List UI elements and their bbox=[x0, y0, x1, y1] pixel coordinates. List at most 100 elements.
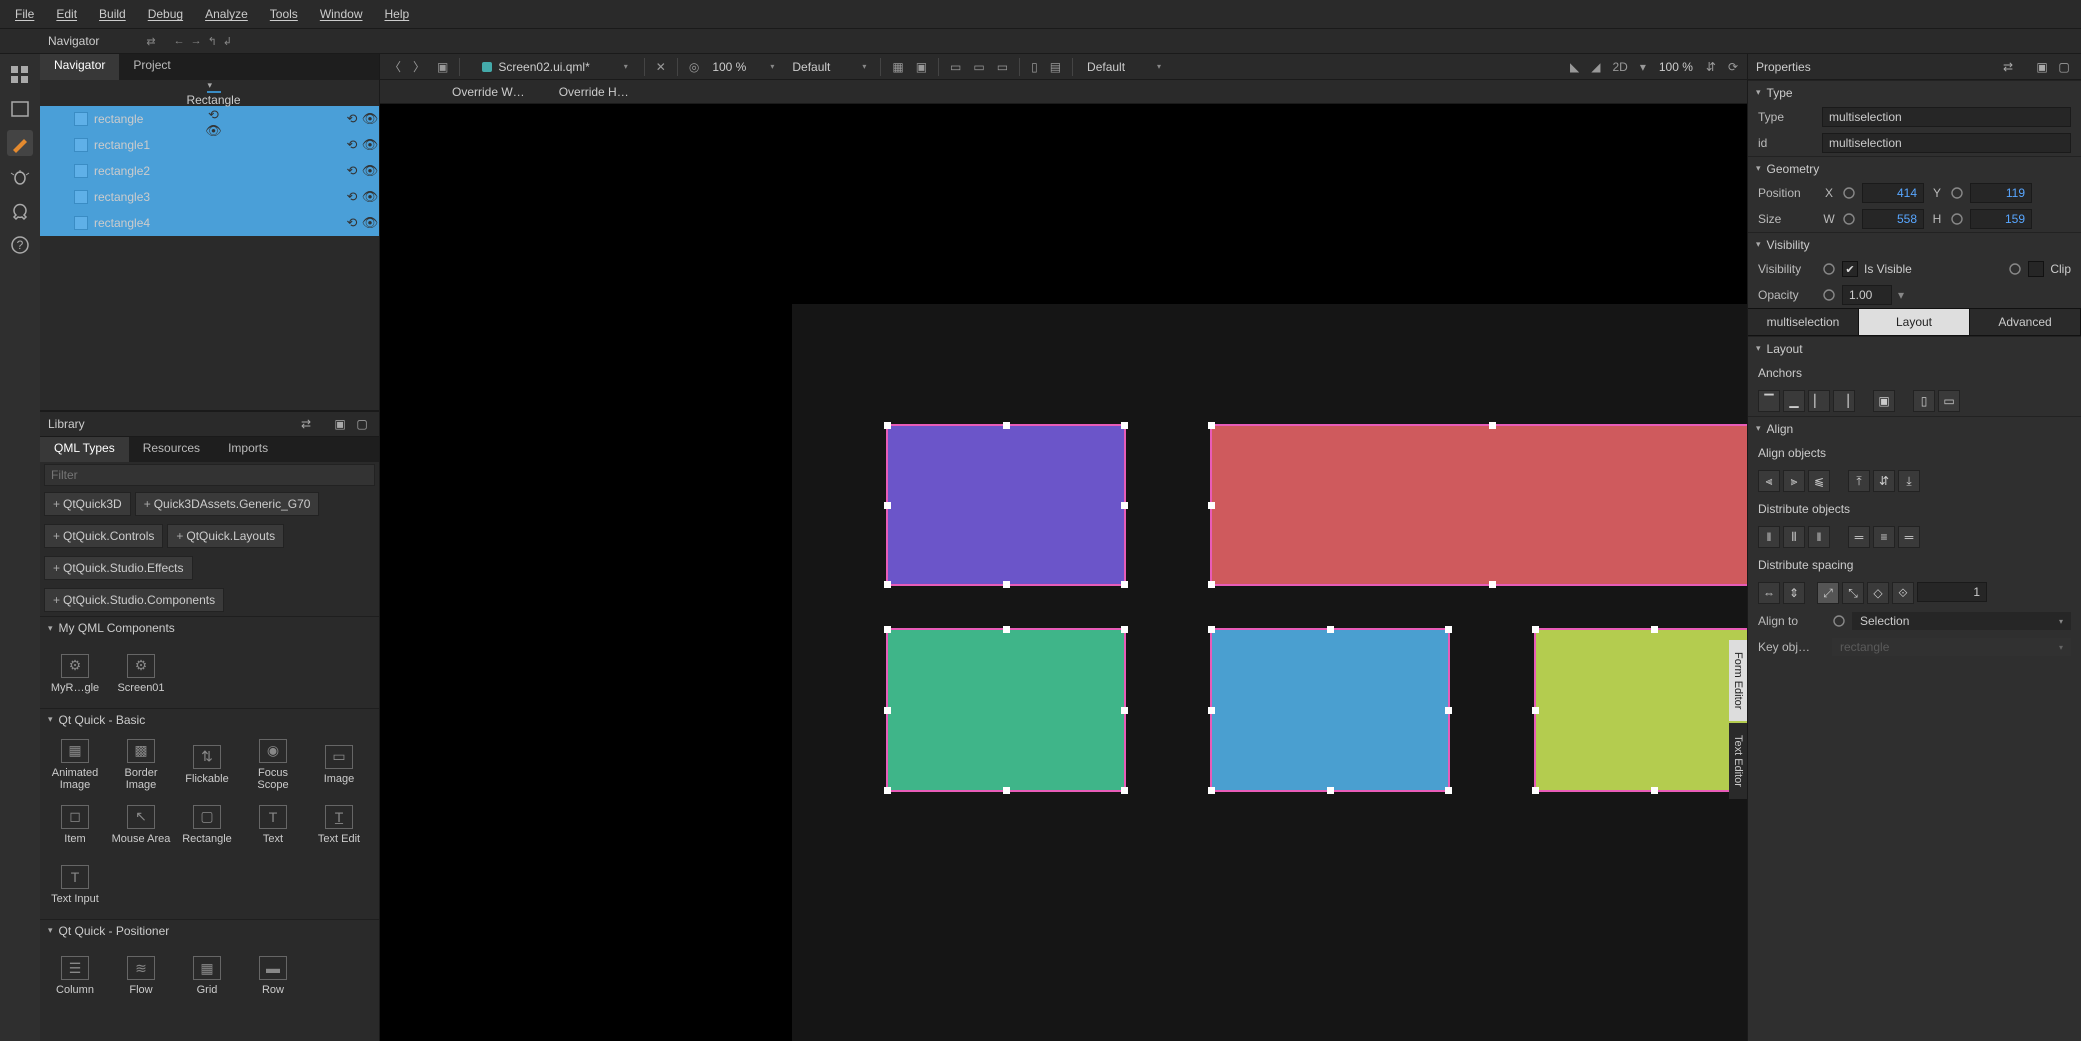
spacing-mode2-icon[interactable]: ⤡ bbox=[1842, 582, 1864, 604]
resize-handle[interactable] bbox=[1651, 787, 1658, 794]
resize-handle[interactable] bbox=[884, 626, 891, 633]
alignto-combo[interactable]: Selection bbox=[1852, 612, 2071, 630]
zoom-input[interactable]: 100 % bbox=[706, 58, 752, 76]
section-align[interactable]: Align bbox=[1748, 416, 2081, 440]
panel-switch-icon[interactable]: ⇄ bbox=[143, 35, 158, 48]
marker-icon[interactable]: ◢ bbox=[1586, 58, 1605, 76]
gear-icon[interactable] bbox=[1950, 212, 1964, 226]
gear-icon[interactable] bbox=[1822, 262, 1836, 276]
nav-fwd-icon[interactable]: 〉 bbox=[408, 56, 430, 77]
component-item[interactable]: ◉Focus Scope bbox=[240, 735, 306, 795]
tab-project[interactable]: Project bbox=[119, 54, 184, 80]
canvas-rectangle[interactable] bbox=[1534, 628, 1747, 792]
library-section-my[interactable]: My QML Components bbox=[40, 616, 379, 639]
section-layout[interactable]: Layout bbox=[1748, 336, 2081, 360]
debug-icon[interactable] bbox=[7, 164, 33, 190]
import-chip[interactable]: QtQuick3D bbox=[44, 492, 131, 516]
component-item[interactable]: ▢Rectangle bbox=[174, 795, 240, 855]
align-right-icon[interactable]: ⫹ bbox=[1808, 470, 1830, 492]
component-item[interactable]: ▬Row bbox=[240, 946, 306, 1006]
viewmode-2d[interactable]: 2D bbox=[1607, 58, 1632, 76]
spacing-mode1-icon[interactable]: ⤢ bbox=[1817, 582, 1839, 604]
menu-edit[interactable]: Edit bbox=[45, 3, 88, 25]
component-item[interactable]: TText bbox=[240, 795, 306, 855]
spacing-input[interactable] bbox=[1917, 582, 1987, 602]
anchor-fill-icon[interactable]: ▣ bbox=[1873, 390, 1895, 412]
tab-multiselection[interactable]: multiselection bbox=[1748, 309, 1859, 335]
panel-split-icon[interactable]: ▣ bbox=[2033, 58, 2051, 76]
import-chip[interactable]: QtQuick.Layouts bbox=[167, 524, 284, 548]
gear-icon[interactable] bbox=[1842, 212, 1856, 226]
panel-menu-icon[interactable]: ⇄ bbox=[1999, 58, 2017, 76]
nav-fwd-icon[interactable]: → bbox=[188, 35, 205, 47]
resize-handle[interactable] bbox=[1121, 787, 1128, 794]
library-filter-input[interactable] bbox=[44, 464, 375, 486]
menu-tools[interactable]: Tools bbox=[259, 3, 309, 25]
canvas-rectangle[interactable] bbox=[1210, 628, 1450, 792]
marker-icon[interactable]: ◣ bbox=[1565, 58, 1584, 76]
tree-row[interactable]: rectangle3 ⟲ 👁 bbox=[40, 184, 379, 210]
tree-row[interactable]: rectangle2 ⟲ 👁 bbox=[40, 158, 379, 184]
anchor-hcenter-icon[interactable]: ▭ bbox=[1938, 390, 1960, 412]
visibility-icon[interactable]: 👁 bbox=[361, 137, 379, 153]
link-icon[interactable]: ⟲ bbox=[343, 215, 361, 231]
library-section-basic[interactable]: Qt Quick - Basic bbox=[40, 708, 379, 731]
resize-handle[interactable] bbox=[1651, 626, 1658, 633]
resize-handle[interactable] bbox=[1208, 626, 1215, 633]
resize-handle[interactable] bbox=[1121, 626, 1128, 633]
import-chip[interactable]: QtQuick.Controls bbox=[44, 524, 163, 548]
tree-row[interactable]: rectangle4 ⟲ 👁 bbox=[40, 210, 379, 236]
snap-icon[interactable]: ▦ bbox=[887, 58, 908, 76]
component-item[interactable]: ▦Grid bbox=[174, 946, 240, 1006]
menu-build[interactable]: Build bbox=[88, 3, 137, 25]
clip-checkbox[interactable] bbox=[2028, 261, 2044, 277]
resize-handle[interactable] bbox=[1327, 626, 1334, 633]
panel-close-icon[interactable]: ▢ bbox=[353, 415, 371, 433]
state-combo[interactable]: Default bbox=[1079, 58, 1169, 76]
anchor-icon[interactable]: ▯ bbox=[1026, 58, 1043, 76]
close-icon[interactable]: ✕ bbox=[651, 58, 671, 76]
link-icon[interactable]: ⟲ bbox=[343, 189, 361, 205]
component-item[interactable]: ⇅Flickable bbox=[174, 735, 240, 795]
enter-icon[interactable]: ▣ bbox=[432, 58, 453, 76]
visibility-icon[interactable]: 👁 bbox=[361, 215, 379, 231]
section-visibility[interactable]: Visibility bbox=[1748, 232, 2081, 256]
resize-handle[interactable] bbox=[884, 422, 891, 429]
gear-icon[interactable] bbox=[1832, 614, 1846, 628]
menu-analyze[interactable]: Analyze bbox=[194, 3, 259, 25]
zoom-menu-icon[interactable]: ⇵ bbox=[1701, 58, 1721, 76]
dropdown-icon[interactable]: ▾ bbox=[1898, 288, 1904, 302]
sidetab-text-editor[interactable]: Text Editor bbox=[1729, 723, 1747, 799]
resize-handle[interactable] bbox=[884, 787, 891, 794]
menu-file[interactable]: File bbox=[4, 3, 45, 25]
anchor-bottom-icon[interactable]: ▁ bbox=[1783, 390, 1805, 412]
dist-left-icon[interactable]: ‖ bbox=[1758, 526, 1780, 548]
viewmode-menu-icon[interactable]: ▾ bbox=[1635, 58, 1651, 76]
resize-handle[interactable] bbox=[1003, 581, 1010, 588]
canvas-rectangle[interactable] bbox=[1210, 424, 1747, 586]
resize-handle[interactable] bbox=[1489, 581, 1496, 588]
component-item[interactable]: ≋Flow bbox=[108, 946, 174, 1006]
resize-handle[interactable] bbox=[1003, 626, 1010, 633]
resize-handle[interactable] bbox=[1445, 787, 1452, 794]
visibility-icon[interactable]: 👁 bbox=[361, 163, 379, 179]
isvisible-checkbox[interactable] bbox=[1842, 261, 1858, 277]
nav-back-icon[interactable]: 〈 bbox=[384, 56, 406, 77]
tab-advanced[interactable]: Advanced bbox=[1970, 309, 2081, 335]
resize-handle[interactable] bbox=[1327, 787, 1334, 794]
layout-icon[interactable]: ▭ bbox=[945, 58, 966, 76]
align-bottom-icon[interactable]: ⤓ bbox=[1898, 470, 1920, 492]
resize-handle[interactable] bbox=[884, 581, 891, 588]
resize-handle[interactable] bbox=[1445, 707, 1452, 714]
section-type[interactable]: Type bbox=[1748, 80, 2081, 104]
resize-handle[interactable] bbox=[1121, 502, 1128, 509]
visibility-icon[interactable]: 👁 bbox=[361, 189, 379, 205]
panel-menu-icon[interactable]: ⇄ bbox=[297, 415, 315, 433]
file-tab[interactable]: Screen02.ui.qml* bbox=[472, 57, 599, 77]
component-item[interactable]: ◻Item bbox=[42, 795, 108, 855]
component-item[interactable]: ⚙MyR…gle bbox=[42, 644, 108, 704]
y-input[interactable] bbox=[1970, 183, 2032, 203]
edit-icon[interactable] bbox=[7, 96, 33, 122]
align-vcenter-icon[interactable]: ⇵ bbox=[1873, 470, 1895, 492]
resize-handle[interactable] bbox=[1121, 422, 1128, 429]
